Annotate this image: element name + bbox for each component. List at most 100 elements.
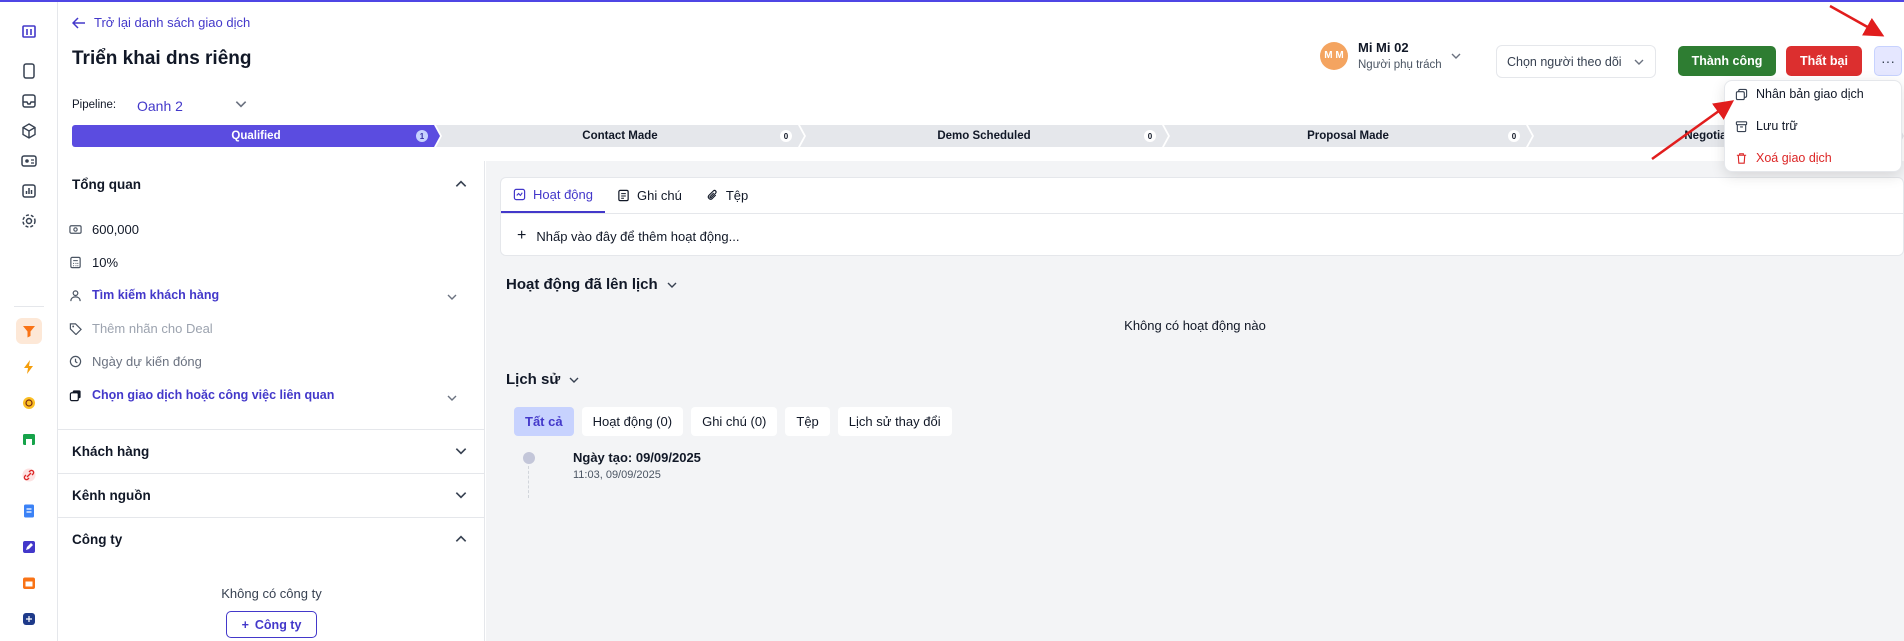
filter-activities[interactable]: Hoạt động (0)	[581, 407, 684, 436]
tab-label: Tệp	[725, 188, 749, 203]
stage-demo-scheduled[interactable]: Demo Scheduled 0	[800, 125, 1168, 147]
store-icon[interactable]	[16, 426, 42, 452]
add-company-button[interactable]: + Công ty	[226, 611, 317, 638]
chevron-up-icon[interactable]	[454, 177, 468, 191]
integration-icon[interactable]	[16, 606, 42, 632]
deal-details-panel: Tổng quan 600,000 10% Tìm kiếm khách hàn…	[58, 161, 485, 641]
tab-activity[interactable]: Hoạt động	[501, 178, 605, 213]
report-chart-icon[interactable]	[16, 178, 42, 204]
document-icon[interactable]	[16, 498, 42, 524]
tab-files[interactable]: Tệp	[694, 178, 760, 213]
stage-proposal-made[interactable]: Proposal Made 0	[1164, 125, 1532, 147]
tag-icon	[68, 322, 82, 336]
timeline-dot	[523, 452, 535, 464]
funnel-icon[interactable]	[16, 318, 42, 344]
menu-item-label: Nhân bản giao dịch	[1756, 87, 1864, 101]
customer-section-heading[interactable]: Khách hàng	[72, 444, 149, 459]
pipeline-label: Pipeline:	[72, 99, 117, 111]
globe-icon[interactable]	[16, 390, 42, 416]
more-actions-button[interactable]: ···	[1874, 46, 1902, 76]
inbox-icon[interactable]	[16, 88, 42, 114]
follower-select[interactable]: Chọn người theo dõi	[1496, 45, 1656, 78]
user-icon	[68, 288, 82, 302]
timeline-line	[528, 466, 529, 498]
chevron-down-icon[interactable]	[454, 488, 468, 502]
deal-probability: 10%	[92, 255, 119, 270]
book-icon[interactable]	[16, 58, 42, 84]
sidebar-divider	[14, 306, 44, 307]
app-logo-icon[interactable]	[16, 18, 42, 44]
chevron-down-icon[interactable]	[454, 444, 468, 458]
pipeline-select[interactable]: Oanh 2	[137, 98, 183, 114]
cube-icon[interactable]	[16, 118, 42, 144]
scheduled-activities-toggle[interactable]: Hoạt động đã lên lịch	[506, 276, 678, 293]
deal-value-row[interactable]: 600,000	[68, 222, 139, 237]
top-accent-line	[0, 0, 1904, 2]
overview-heading[interactable]: Tổng quan	[72, 177, 141, 192]
section-divider	[58, 429, 485, 430]
no-activity-text: Không có hoạt động nào	[1124, 318, 1266, 333]
related-items-row[interactable]: Chọn giao dịch hoặc công việc liên quan	[68, 388, 334, 402]
pipeline-stage-bar: Qualified 1 Contact Made 0 Demo Schedule…	[72, 125, 1904, 147]
add-activity-input[interactable]: + Nhấp vào đây để thêm hoạt động...	[517, 227, 739, 245]
follower-select-placeholder: Chọn người theo dõi	[1507, 54, 1622, 69]
customer-search-label: Tìm kiếm khách hàng	[92, 288, 220, 302]
history-filters: Tất cả Hoạt động (0) Ghi chú (0) Tệp Lịc…	[514, 407, 952, 436]
mark-lost-button[interactable]: Thất bại	[1786, 46, 1862, 76]
chevron-down-icon[interactable]	[446, 291, 458, 303]
stage-count: 1	[416, 130, 428, 142]
mark-won-button[interactable]: Thành công	[1678, 46, 1776, 76]
stage-contact-made[interactable]: Contact Made 0	[436, 125, 804, 147]
chevron-up-icon[interactable]	[454, 532, 468, 546]
arrow-left-icon	[72, 16, 85, 29]
expected-close-date-placeholder: Ngày dự kiến đóng	[92, 354, 202, 369]
annotation-arrow-more-button	[1829, 4, 1885, 37]
chevron-down-icon[interactable]	[446, 392, 458, 404]
back-to-deals-link[interactable]: Trở lại danh sách giao dịch	[72, 15, 250, 30]
history-toggle[interactable]: Lịch sử	[506, 371, 580, 388]
stage-label: Qualified	[231, 130, 281, 142]
paperclip-icon	[707, 189, 717, 200]
menu-item-delete[interactable]: Xoá giao dịch	[1735, 151, 1832, 165]
probability-row[interactable]: 10%	[68, 255, 118, 270]
archive-icon	[1735, 120, 1748, 132]
menu-item-label: Lưu trữ	[1756, 119, 1798, 133]
calculator-icon	[68, 256, 82, 270]
chevron-down-icon[interactable]	[234, 97, 248, 111]
tab-notes[interactable]: Ghi chú	[605, 178, 694, 213]
owner-role: Người phụ trách	[1358, 59, 1442, 71]
filter-change-log[interactable]: Lịch sử thay đổi	[837, 407, 952, 436]
stage-label: Contact Made	[582, 130, 658, 142]
deal-tag-input[interactable]: Thêm nhãn cho Deal	[68, 321, 213, 336]
stage-qualified[interactable]: Qualified 1	[72, 125, 440, 147]
filter-all[interactable]: Tất cả	[514, 407, 574, 436]
company-section-heading[interactable]: Công ty	[72, 532, 122, 547]
chevron-down-icon	[569, 377, 579, 383]
calendar-icon[interactable]	[16, 570, 42, 596]
contact-card-icon[interactable]	[16, 148, 42, 174]
link-icon[interactable]	[16, 462, 42, 488]
plus-icon: +	[517, 227, 527, 244]
more-actions-menu: Nhân bản giao dịch Lưu trữ Xoá giao dịch	[1724, 80, 1902, 172]
chevron-down-icon[interactable]	[1450, 50, 1462, 62]
clock-icon	[68, 355, 82, 369]
menu-item-archive[interactable]: Lưu trữ	[1735, 119, 1798, 133]
source-section-heading[interactable]: Kênh nguồn	[72, 488, 151, 503]
history-heading: Lịch sử	[506, 371, 561, 388]
section-divider	[58, 473, 485, 474]
timeline-item-title: Ngày tạo: 09/09/2025	[573, 450, 701, 465]
customer-search-row[interactable]: Tìm kiếm khách hàng	[68, 288, 219, 302]
edit-note-icon[interactable]	[16, 534, 42, 560]
menu-item-duplicate[interactable]: Nhân bản giao dịch	[1735, 87, 1864, 101]
chevron-down-icon	[1634, 59, 1644, 65]
no-company-text: Không có công ty	[221, 586, 322, 601]
deal-title[interactable]: Triển khai dns riêng	[72, 48, 252, 70]
settings-gear-icon[interactable]	[16, 208, 42, 234]
filter-files[interactable]: Tệp	[785, 407, 830, 436]
activity-area: Hoạt động Ghi chú Tệp + Nhấp vào đây để …	[486, 161, 1904, 641]
lightning-icon[interactable]	[16, 354, 42, 380]
expected-close-date-input[interactable]: Ngày dự kiến đóng	[68, 354, 202, 369]
filter-notes[interactable]: Ghi chú (0)	[691, 407, 778, 436]
owner-selector[interactable]: M M Mi Mi 02 Người phụ trách	[1320, 40, 1442, 71]
timeline-item-time: 11:03, 09/09/2025	[573, 469, 661, 481]
